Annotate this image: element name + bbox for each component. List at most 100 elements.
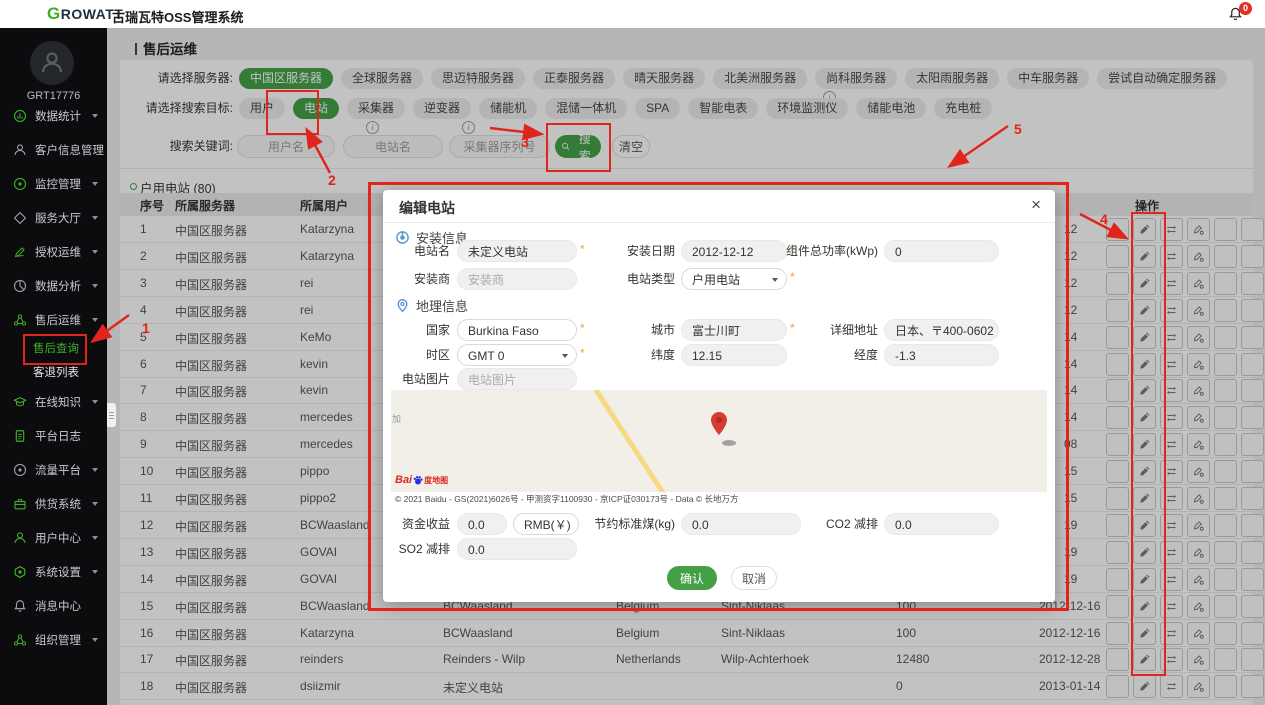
sidebar-item-label: 供货系统 bbox=[35, 496, 81, 512]
sidebar-item-授权运维[interactable]: 授权运维 bbox=[0, 235, 107, 269]
income-label: 资金收益 bbox=[383, 513, 450, 535]
gauge-icon bbox=[13, 177, 27, 191]
sidebar-item-流量平台[interactable]: 流量平台 bbox=[0, 453, 107, 487]
map-marker-icon bbox=[711, 412, 736, 446]
close-icon[interactable]: × bbox=[1031, 195, 1041, 215]
station-image-field[interactable]: 电站图片 bbox=[457, 368, 577, 390]
logo-g: G bbox=[47, 4, 61, 23]
sidebar-item-组织管理[interactable]: 组织管理 bbox=[0, 623, 107, 657]
chevron-down-icon bbox=[92, 536, 98, 540]
station-type-select[interactable]: 户用电站 bbox=[681, 268, 787, 290]
sidebar-item-消息中心[interactable]: 消息中心 bbox=[0, 589, 107, 623]
sidebar-item-label: 在线知识 bbox=[35, 394, 81, 410]
pen-icon bbox=[13, 245, 27, 259]
total-power-field[interactable]: 0 bbox=[884, 240, 999, 262]
sidebar-item-label: 数据统计 bbox=[35, 108, 81, 124]
sidebar-item-label: 组织管理 bbox=[35, 632, 81, 648]
sidebar-item-label: 用户中心 bbox=[35, 530, 81, 546]
chevron-down-icon bbox=[92, 400, 98, 404]
baidu-map[interactable]: 加 bbox=[391, 390, 1047, 492]
sidebar-item-用户中心[interactable]: 用户中心 bbox=[0, 521, 107, 555]
edit-station-modal: 编辑电站 × 安装信息 电站名 未定义电站 * 安装日期 2012-12-12 … bbox=[383, 190, 1055, 602]
sidebar-subitem-售后查询[interactable]: 售后查询 bbox=[0, 337, 107, 361]
station-name-field[interactable]: 未定义电站 bbox=[457, 240, 577, 262]
sidebar-item-label: 服务大厅 bbox=[35, 210, 81, 226]
modal-title: 编辑电站 bbox=[399, 198, 455, 218]
longitude-label: 经度 bbox=[783, 344, 878, 366]
map-attribution: © 2021 Baidu - GS(2021)6026号 - 甲测资字11009… bbox=[395, 493, 739, 505]
country-field[interactable]: Burkina Faso bbox=[457, 319, 577, 341]
chart-icon bbox=[13, 109, 27, 123]
top-header: GROWATT 古瑞瓦特OSS管理系统 0 bbox=[0, 0, 1265, 29]
sidebar-menu: 数据统计客户信息管理监控管理服务大厅授权运维数据分析售后运维售后查询客退列表在线… bbox=[0, 99, 107, 657]
station-type-label: 电站类型 bbox=[583, 268, 675, 290]
map-canvas bbox=[391, 390, 1047, 492]
sidebar-item-label: 消息中心 bbox=[35, 598, 81, 614]
diamond-icon bbox=[13, 211, 27, 225]
installer-label: 安装商 bbox=[383, 268, 450, 290]
sidebar-item-label: 客户信息管理 bbox=[35, 142, 104, 158]
map-edge-label: 加 bbox=[392, 414, 401, 424]
total-power-label: 组件总功率(kWp) bbox=[783, 240, 878, 262]
sidebar-item-监控管理[interactable]: 监控管理 bbox=[0, 167, 107, 201]
chevron-down-icon bbox=[92, 468, 98, 472]
currency-select[interactable]: RMB(￥) bbox=[513, 513, 579, 535]
sidebar: GRT17776 数据统计客户信息管理监控管理服务大厅授权运维数据分析售后运维售… bbox=[0, 28, 107, 705]
install-date-field[interactable]: 2012-12-12 bbox=[681, 240, 787, 262]
baidu-logo: Bai 度地图 bbox=[395, 474, 448, 486]
sidebar-item-系统设置[interactable]: 系统设置 bbox=[0, 555, 107, 589]
latitude-field[interactable]: 12.15 bbox=[681, 344, 787, 366]
sidebar-item-数据分析[interactable]: 数据分析 bbox=[0, 269, 107, 303]
cancel-button[interactable]: 取消 bbox=[731, 566, 777, 590]
sidebar-subitem-客退列表[interactable]: 客退列表 bbox=[0, 361, 107, 385]
sidebar-item-客户信息管理[interactable]: 客户信息管理 bbox=[0, 133, 107, 167]
chevron-down-icon bbox=[562, 354, 568, 358]
co2-field[interactable]: 0.0 bbox=[884, 513, 999, 535]
sidebar-item-label: 流量平台 bbox=[35, 462, 81, 478]
chevron-down-icon bbox=[92, 502, 98, 506]
person-icon bbox=[13, 143, 27, 157]
geo-pin-icon bbox=[395, 298, 410, 313]
sidebar-item-售后运维[interactable]: 售后运维 bbox=[0, 303, 107, 337]
box-icon bbox=[13, 497, 27, 511]
city-field[interactable]: 富士川町 bbox=[681, 319, 787, 341]
chevron-down-icon bbox=[92, 570, 98, 574]
sidebar-item-平台日志[interactable]: 平台日志 bbox=[0, 419, 107, 453]
app-window: GROWATT 古瑞瓦特OSS管理系统 0 GRT17776 数据统计客户信息管… bbox=[0, 0, 1265, 705]
geo-section-header: 地理信息 bbox=[395, 296, 468, 315]
chevron-down-icon bbox=[92, 250, 98, 254]
chevron-down-icon bbox=[92, 638, 98, 642]
timezone-select[interactable]: GMT 0 bbox=[457, 344, 577, 366]
user-avatar[interactable] bbox=[30, 41, 74, 85]
modal-header: 编辑电站 × bbox=[383, 190, 1055, 223]
confirm-button[interactable]: 确认 bbox=[667, 566, 717, 590]
hex-icon bbox=[13, 565, 27, 579]
co2-label: CO2 减排 bbox=[783, 513, 878, 535]
so2-field[interactable]: 0.0 bbox=[457, 538, 577, 560]
notification-badge[interactable]: 0 bbox=[1239, 2, 1252, 15]
installer-field[interactable]: 安装商 bbox=[457, 268, 577, 290]
sidebar-collapse-handle[interactable] bbox=[107, 403, 116, 427]
sidebar-item-label: 系统设置 bbox=[35, 564, 81, 580]
timezone-label: 时区 bbox=[383, 344, 450, 366]
sidebar-item-数据统计[interactable]: 数据统计 bbox=[0, 99, 107, 133]
sidebar-item-在线知识[interactable]: 在线知识 bbox=[0, 385, 107, 419]
gauge-icon bbox=[13, 463, 27, 477]
station-name-label: 电站名 bbox=[383, 240, 450, 262]
baidu-paw-icon bbox=[413, 475, 423, 485]
install-date-label: 安装日期 bbox=[583, 240, 675, 262]
city-label: 城市 bbox=[583, 319, 675, 341]
pie-icon bbox=[13, 279, 27, 293]
latitude-label: 纬度 bbox=[583, 344, 675, 366]
sidebar-item-label: 平台日志 bbox=[35, 428, 81, 444]
longitude-field[interactable]: -1.3 bbox=[884, 344, 999, 366]
sidebar-item-服务大厅[interactable]: 服务大厅 bbox=[0, 201, 107, 235]
address-field[interactable]: 日本、〒400-0602 山梨県南巨摩郡 bbox=[884, 319, 999, 341]
sidebar-item-label: 授权运维 bbox=[35, 244, 81, 260]
income-field[interactable]: 0.0 bbox=[457, 513, 507, 535]
sidebar-item-label: 数据分析 bbox=[35, 278, 81, 294]
sidebar-item-label: 售后运维 bbox=[35, 312, 81, 328]
sidebar-item-供货系统[interactable]: 供货系统 bbox=[0, 487, 107, 521]
country-label: 国家 bbox=[383, 319, 450, 341]
bell-icon bbox=[13, 599, 27, 613]
